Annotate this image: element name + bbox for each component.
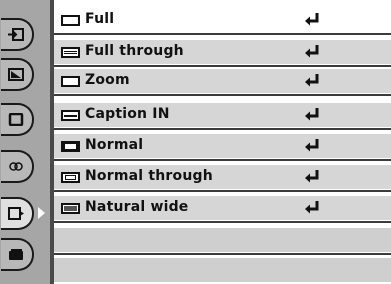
full-screen-icon <box>61 15 80 26</box>
enter-return-icon <box>305 108 319 121</box>
image-adjust-icon <box>8 68 24 81</box>
menu-item-label: Zoom <box>85 72 130 88</box>
row-divider <box>54 190 391 192</box>
row-divider <box>54 128 391 130</box>
screen-icon <box>8 207 24 220</box>
menu-item-full[interactable]: Full <box>54 8 391 32</box>
tab-image-adjust[interactable] <box>1 58 34 91</box>
enter-return-icon <box>305 201 319 214</box>
screen-menu-osd: Full Full through Zoom Caption IN Normal… <box>0 0 391 284</box>
row-divider <box>54 94 391 96</box>
enter-return-icon <box>305 13 319 26</box>
menu-item-zoom[interactable]: Zoom <box>54 69 391 93</box>
full-through-icon <box>61 47 80 58</box>
row-divider <box>54 33 391 35</box>
input-icon <box>8 28 24 41</box>
enter-return-icon <box>305 170 319 183</box>
row-divider <box>54 221 391 223</box>
tab-input[interactable] <box>1 18 34 51</box>
menu-item-caption-in[interactable]: Caption IN <box>54 103 391 127</box>
menu-item-label: Normal <box>85 137 144 153</box>
row-divider <box>54 65 391 67</box>
image-select-icon <box>9 162 23 171</box>
menu-item-label: Full through <box>85 43 184 59</box>
natural-wide-icon <box>61 203 80 214</box>
setting-icon <box>9 249 23 260</box>
enter-return-icon <box>305 74 319 87</box>
zoom-screen-icon <box>61 76 80 87</box>
row-divider <box>54 159 391 161</box>
enter-return-icon <box>305 45 319 58</box>
menu-item-label: Full <box>85 11 115 27</box>
menu-item-label: Caption IN <box>85 106 170 122</box>
normal-screen-icon <box>61 141 80 152</box>
menu-item-normal[interactable]: Normal <box>54 134 391 158</box>
menu-item-empty <box>54 258 391 282</box>
menu-item-normal-through[interactable]: Normal through <box>54 165 391 189</box>
screen-menu-list: Full Full through Zoom Caption IN Normal… <box>54 0 391 284</box>
menu-item-empty <box>54 228 391 252</box>
normal-through-icon <box>61 172 80 183</box>
tab-screen[interactable] <box>1 197 34 230</box>
menu-item-full-through[interactable]: Full through <box>54 40 391 64</box>
menu-item-label: Natural wide <box>85 199 189 215</box>
tab-pc-adjust[interactable] <box>1 103 34 136</box>
menu-item-label: Normal through <box>85 168 213 184</box>
menu-item-natural-wide[interactable]: Natural wide <box>54 196 391 220</box>
row-divider <box>54 253 391 255</box>
caption-in-icon <box>61 110 80 121</box>
tab-setting[interactable] <box>1 238 34 271</box>
active-tab-arrow-icon <box>38 207 45 219</box>
tab-image-select[interactable] <box>1 150 34 183</box>
pc-adjust-icon <box>8 113 24 126</box>
menu-tab-column <box>0 0 54 284</box>
enter-return-icon <box>305 139 319 152</box>
